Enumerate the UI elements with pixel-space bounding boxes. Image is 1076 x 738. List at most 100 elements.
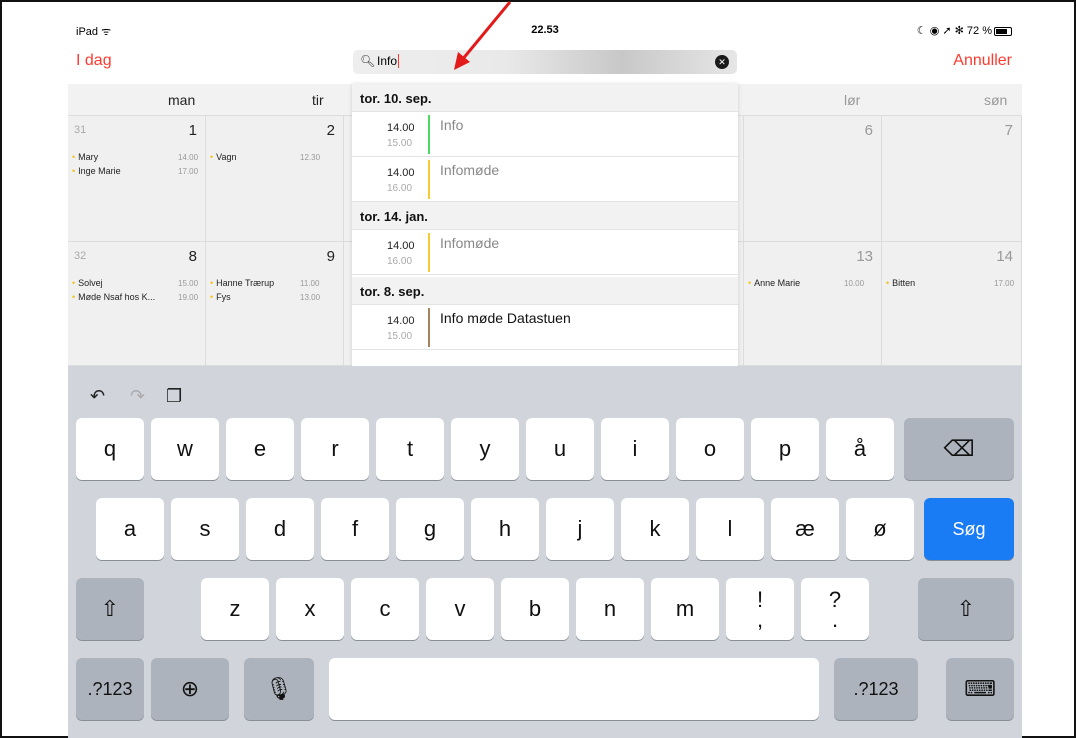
calendar-color-bar	[428, 160, 430, 199]
globe-key[interactable]: ⊕	[151, 658, 229, 720]
redo-icon[interactable]: ↷	[130, 386, 145, 407]
key-e[interactable]: e	[226, 418, 294, 480]
weekday-tue: tir	[312, 92, 324, 108]
globe-icon: ⊕	[180, 676, 200, 701]
key-p[interactable]: p	[751, 418, 819, 480]
shift-right-key[interactable]: ⇧	[918, 578, 1014, 640]
result-date-header: tor. 10. sep.	[352, 84, 738, 112]
hide-keyboard-key[interactable]: ⌨	[946, 658, 1014, 720]
key-z[interactable]: z	[201, 578, 269, 640]
key-m[interactable]: m	[651, 578, 719, 640]
day-cell-14[interactable]: 14 • Bitten 17.00	[882, 242, 1022, 366]
day-number: 1	[188, 122, 197, 139]
search-results-list: tor. 10. sep. 14.00 15.00 Info 14.00 16.…	[352, 84, 738, 366]
event-item[interactable]: • Vagn	[210, 152, 237, 162]
result-item[interactable]: 14.00 16.00 Infomøde	[352, 230, 738, 275]
day-number: 13	[856, 248, 873, 265]
key-k[interactable]: k	[621, 498, 689, 560]
key-y[interactable]: y	[451, 418, 519, 480]
result-end-time: 16.00	[387, 183, 413, 194]
key-oe[interactable]: ø	[846, 498, 914, 560]
cancel-button[interactable]: Annuller	[953, 52, 1012, 70]
key-t[interactable]: t	[376, 418, 444, 480]
backspace-key[interactable]: ⌫	[904, 418, 1014, 480]
day-number: 8	[188, 248, 197, 265]
result-title: Info	[440, 117, 464, 133]
clear-search-icon[interactable]: ✕	[715, 55, 729, 69]
key-o[interactable]: o	[676, 418, 744, 480]
event-item[interactable]: • Bitten	[886, 278, 915, 288]
key-r[interactable]: r	[301, 418, 369, 480]
event-time: 12.30	[300, 153, 321, 162]
result-title: Infomøde	[440, 235, 500, 251]
key-i[interactable]: i	[601, 418, 669, 480]
numbers-left-key[interactable]: .?123	[76, 658, 144, 720]
key-ae[interactable]: æ	[771, 498, 839, 560]
event-item[interactable]: • Inge Marie	[72, 166, 121, 176]
event-item[interactable]: • Hanne Trærup	[210, 278, 274, 288]
key-v[interactable]: v	[426, 578, 494, 640]
key-u[interactable]: u	[526, 418, 594, 480]
key-c[interactable]: c	[351, 578, 419, 640]
key-d[interactable]: d	[246, 498, 314, 560]
shift-left-key[interactable]: ⇧	[76, 578, 144, 640]
day-number: 9	[326, 248, 335, 265]
key-j[interactable]: j	[546, 498, 614, 560]
dictation-key[interactable]: 🎙︎	[244, 658, 314, 720]
day-cell-8[interactable]: 32 8 • Solvej 15.00 • Møde Nsaf hos K... 1…	[68, 242, 206, 366]
key-l[interactable]: l	[696, 498, 764, 560]
key-b[interactable]: b	[501, 578, 569, 640]
week-number: 32	[74, 250, 87, 262]
event-item[interactable]: • Anne Marie	[748, 278, 800, 288]
calendar-color-bar	[428, 115, 430, 154]
event-item[interactable]: • Møde Nsaf hos K...	[72, 292, 155, 302]
space-key[interactable]	[329, 658, 819, 720]
backspace-icon: ⌫	[943, 436, 975, 461]
paste-icon[interactable]: ❐	[166, 386, 182, 407]
day-cell-1[interactable]: 31 1 • Mary 14.00 • Inge Marie 17.00	[68, 116, 206, 242]
undo-icon[interactable]: ↶	[90, 386, 105, 407]
key-n[interactable]: n	[576, 578, 644, 640]
key-f[interactable]: f	[321, 498, 389, 560]
result-end-time: 16.00	[387, 256, 413, 267]
search-input[interactable]: 🔍︎ Info ✕	[353, 50, 737, 74]
key-excl-comma[interactable]: !,	[726, 578, 794, 640]
key-a[interactable]: a	[96, 498, 164, 560]
key-w[interactable]: w	[151, 418, 219, 480]
result-end-time: 15.00	[387, 138, 413, 149]
numbers-right-key[interactable]: .?123	[834, 658, 918, 720]
event-time: 19.00	[178, 293, 199, 302]
key-x[interactable]: x	[276, 578, 344, 640]
key-g[interactable]: g	[396, 498, 464, 560]
day-cell-2[interactable]: 2 • Vagn 12.30	[206, 116, 344, 242]
key-h[interactable]: h	[471, 498, 539, 560]
result-item[interactable]: 14.00 15.00 Info	[352, 112, 738, 157]
key-q[interactable]: q	[76, 418, 144, 480]
key-s[interactable]: s	[171, 498, 239, 560]
battery-icon	[994, 26, 1012, 36]
week-number: 31	[74, 124, 87, 136]
result-item[interactable]: 14.00 16.00 Infomøde	[352, 157, 738, 202]
day-number: 7	[1004, 122, 1013, 139]
event-item[interactable]: • Fys	[210, 292, 231, 302]
status-icons: ☾ ◉ ➚ ✻ 72 %	[917, 24, 1012, 37]
status-bar: iPad ᯤ 22.53 ☾ ◉ ➚ ✻ 72 %	[68, 20, 1022, 42]
day-cell-13[interactable]: 13 • Anne Marie 10.00	[744, 242, 882, 366]
day-cell-6[interactable]: 6	[744, 116, 882, 242]
weekday-sun: søn	[984, 92, 1008, 108]
search-icon: 🔍︎	[360, 54, 376, 68]
result-date-header: tor. 8. sep.	[352, 277, 738, 305]
day-cell-9[interactable]: 9 • Hanne Trærup 11.00 • Fys 13.00	[206, 242, 344, 366]
result-title: Info møde Datastuen	[440, 310, 571, 326]
result-item[interactable]: 14.00 15.00 Info møde Datastuen	[352, 305, 738, 350]
calendar-color-bar	[428, 308, 430, 347]
key-aa[interactable]: å	[826, 418, 894, 480]
today-button[interactable]: I dag	[76, 52, 112, 70]
event-item[interactable]: • Mary	[72, 152, 98, 162]
day-cell-7[interactable]: 7	[882, 116, 1022, 242]
event-time: 17.00	[994, 279, 1015, 288]
key-quest-period[interactable]: ?.	[801, 578, 869, 640]
search-key[interactable]: Søg	[924, 498, 1014, 560]
status-right-text: ☾ ◉ ➚ ✻ 72 %	[916, 25, 992, 37]
event-item[interactable]: • Solvej	[72, 278, 103, 288]
